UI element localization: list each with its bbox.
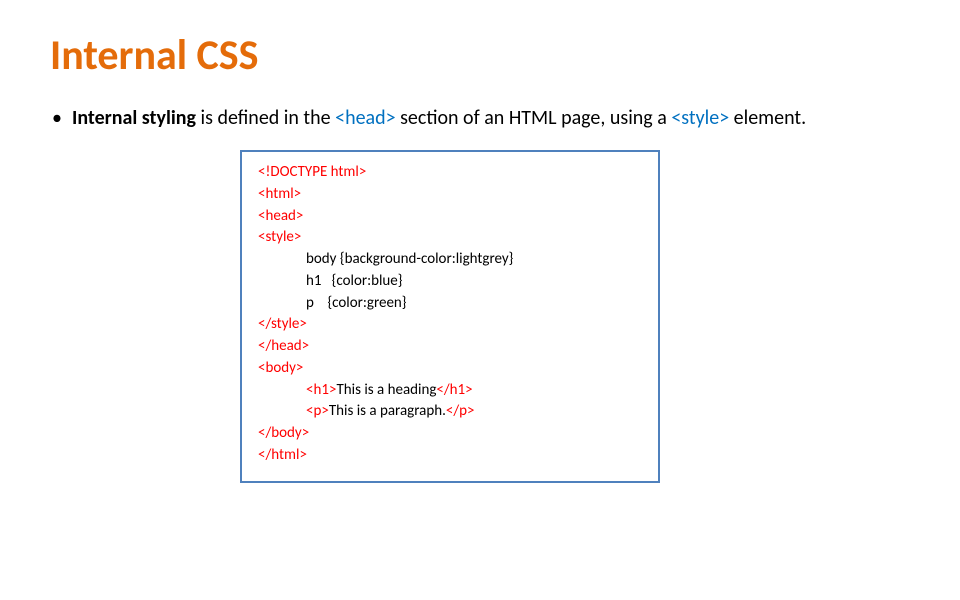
- code-line: <!DOCTYPE html>: [258, 162, 642, 184]
- slide-title: Internal CSS: [50, 30, 910, 81]
- code-text: This is a paragraph.: [329, 402, 446, 420]
- slide-container: Internal CSS Internal styling is defined…: [0, 0, 960, 503]
- code-tag: <h1>: [306, 381, 336, 399]
- head-tag-ref: <head>: [335, 106, 395, 130]
- code-line: body {background-color:lightgrey}: [258, 249, 642, 271]
- code-tag: </p>: [446, 402, 475, 420]
- code-line: </html>: [258, 445, 642, 467]
- code-line: </style>: [258, 314, 642, 336]
- code-line: h1 {color:blue}: [258, 271, 642, 293]
- code-text: This is a heading: [336, 381, 436, 399]
- bullet-lead: Internal styling: [72, 106, 196, 130]
- bullet-text-3: element.: [729, 106, 806, 130]
- bullet-list: Internal styling is defined in the <head…: [50, 105, 910, 132]
- code-line: <h1>This is a heading</h1>: [258, 380, 642, 402]
- code-example-box: <!DOCTYPE html> <html> <head> <style> bo…: [240, 150, 660, 483]
- code-line: <p>This is a paragraph.</p>: [258, 401, 642, 423]
- code-tag: </h1>: [436, 381, 472, 399]
- code-line: <head>: [258, 206, 642, 228]
- code-line: <html>: [258, 184, 642, 206]
- code-line: <body>: [258, 358, 642, 380]
- style-tag-ref: <style>: [671, 106, 729, 130]
- code-line: <style>: [258, 227, 642, 249]
- code-line: </body>: [258, 423, 642, 445]
- code-line: p {color:green}: [258, 293, 642, 315]
- bullet-item: Internal styling is defined in the <head…: [50, 105, 910, 132]
- code-line: </head>: [258, 336, 642, 358]
- bullet-text-2: section of an HTML page, using a: [396, 106, 672, 130]
- bullet-text-1: is defined in the: [196, 106, 335, 130]
- code-tag: <p>: [306, 402, 329, 420]
